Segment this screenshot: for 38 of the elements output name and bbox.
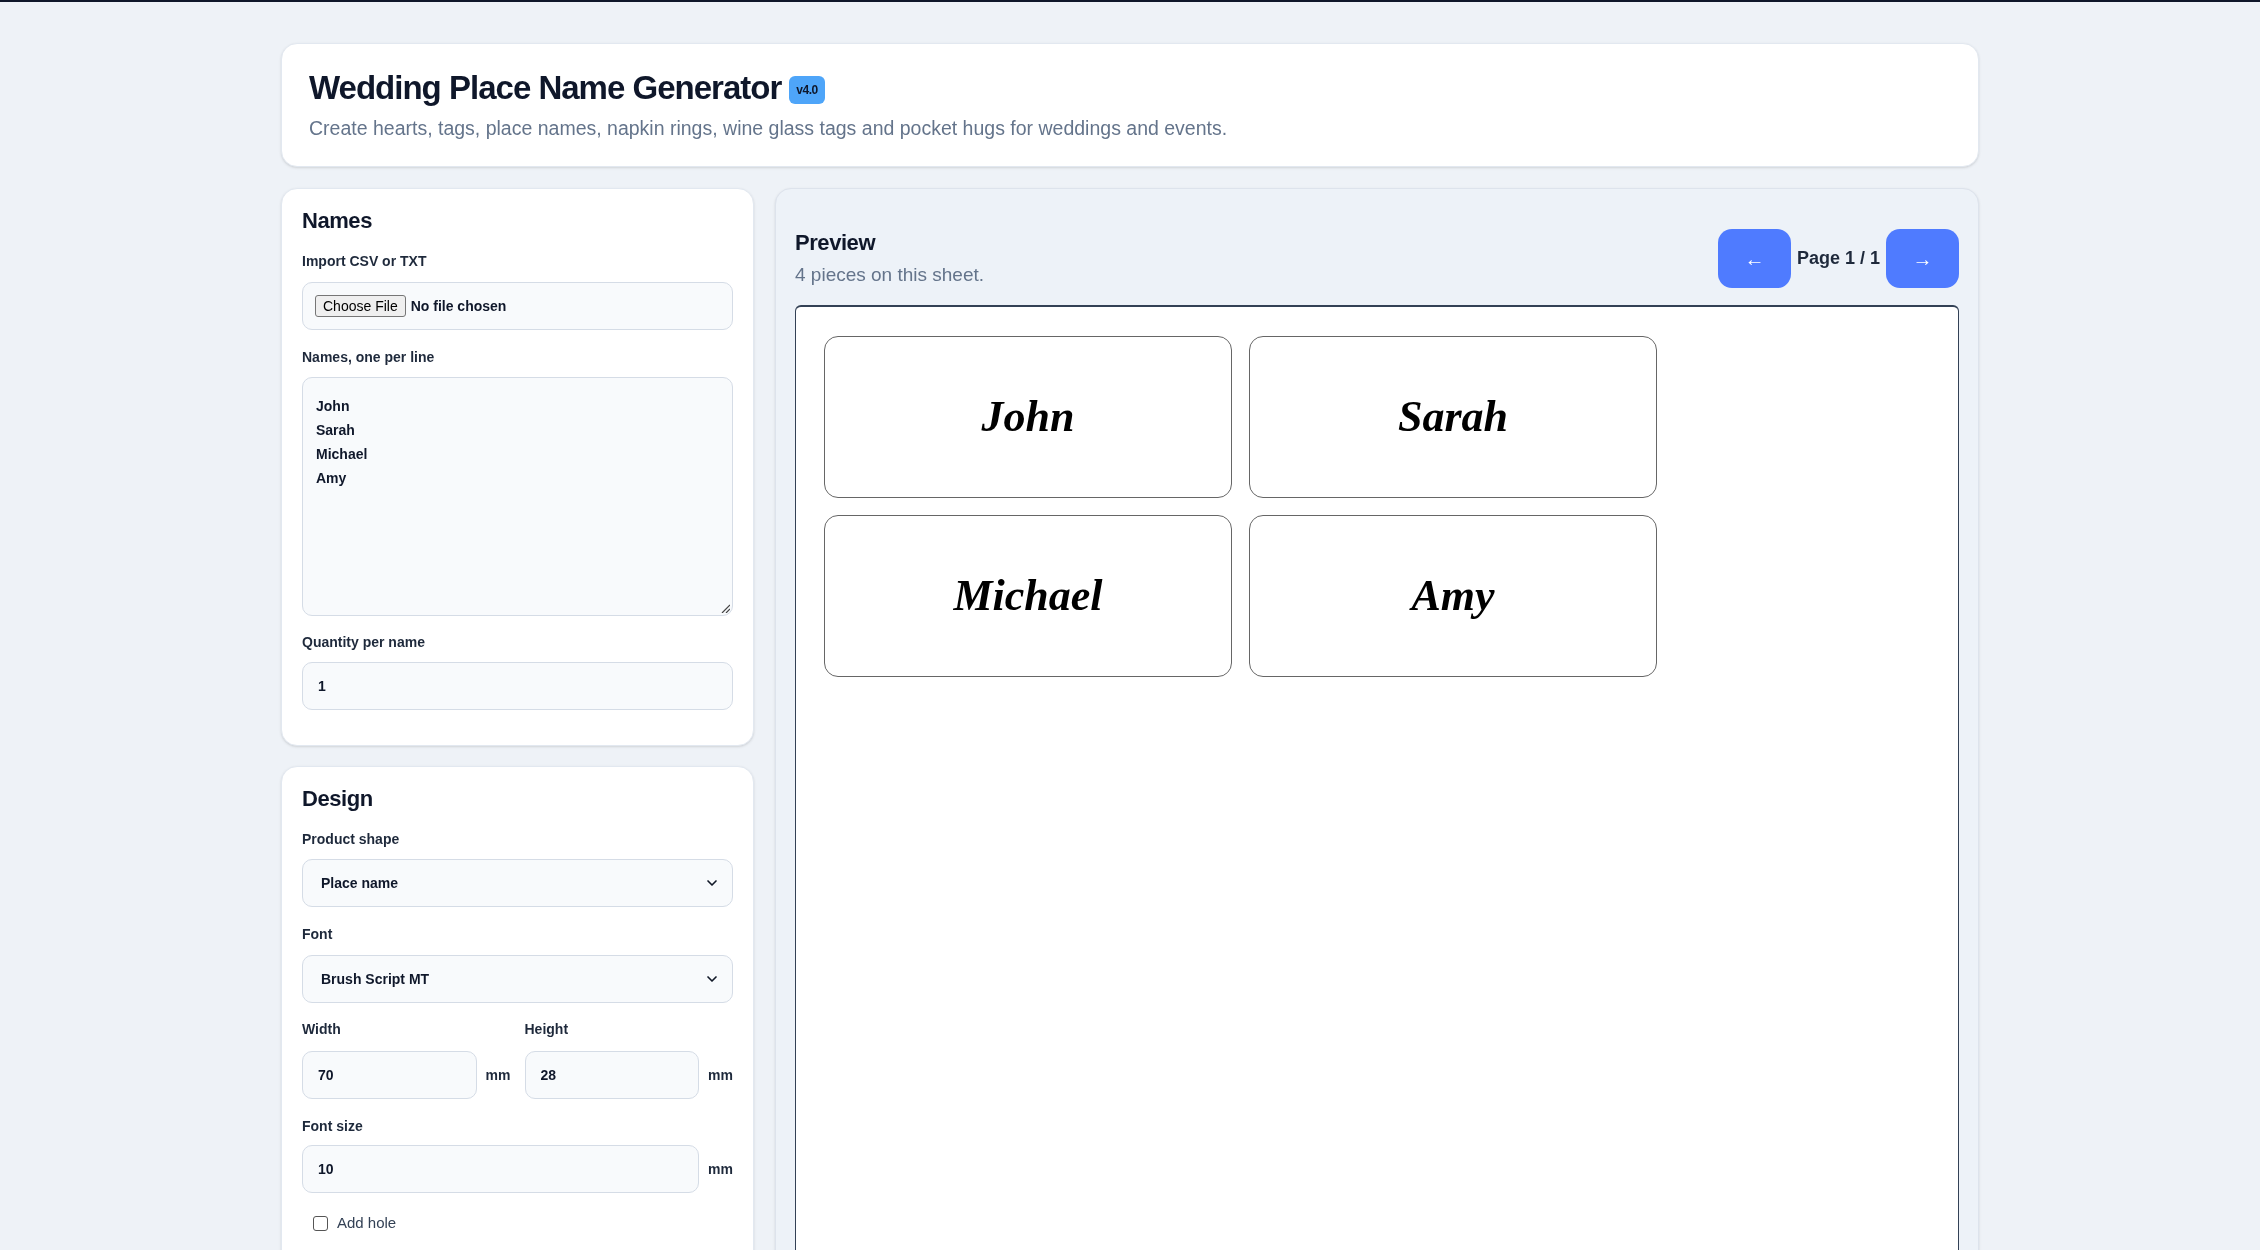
previous-page-button[interactable]: ← xyxy=(1717,229,1791,288)
names-textarea[interactable]: John Sarah Michael Amy xyxy=(302,377,733,616)
place-card-name: Amy xyxy=(1411,570,1495,622)
font-select[interactable]: Brush Script MT xyxy=(302,955,733,1003)
field-label: Import CSV or TXT xyxy=(302,252,428,271)
section-heading: Names xyxy=(302,207,373,235)
quantity-input[interactable]: 1 xyxy=(302,662,733,710)
height-input[interactable]: 28 xyxy=(524,1051,700,1099)
page-indicator: Page 1 / 1 xyxy=(1796,247,1880,270)
field-label: Font xyxy=(302,925,334,944)
font-size-input[interactable]: 10 xyxy=(302,1145,700,1193)
pieces-summary: 4 pieces on this sheet. xyxy=(795,263,985,287)
place-card-name: John xyxy=(981,391,1075,443)
field-label: Names, one per line xyxy=(302,348,436,367)
width-input[interactable]: 70 xyxy=(302,1051,477,1099)
add-hole-checkbox[interactable] xyxy=(313,1215,328,1231)
unit-label: mm xyxy=(708,1159,733,1179)
next-page-button[interactable]: → xyxy=(1886,229,1959,288)
page-subtitle: Create hearts, tags, place names, napkin rings, wine glass tags and pocket hugs for weddings and events. xyxy=(309,116,1229,141)
section-heading: Design xyxy=(302,785,374,813)
unit-label: mm xyxy=(708,1065,733,1085)
place-card-name: Sarah xyxy=(1397,391,1509,443)
place-card-name: Michael xyxy=(953,570,1103,622)
file-status-text: No file chosen xyxy=(410,296,507,316)
field-label: Font size xyxy=(302,1117,364,1136)
product-shape-select[interactable]: Place name xyxy=(302,859,733,907)
field-label: Quantity per name xyxy=(302,633,426,652)
section-heading: Preview xyxy=(795,229,877,257)
choose-file-button[interactable]: Choose File xyxy=(315,295,406,317)
checkbox-label: Add hole xyxy=(337,1213,397,1233)
field-label: Height xyxy=(524,1020,570,1039)
page-title: Wedding Place Name Generator xyxy=(309,68,782,108)
resize-grip-icon xyxy=(721,604,730,613)
file-input[interactable]: Choose File No file chosen xyxy=(302,282,733,330)
unit-label: mm xyxy=(485,1065,511,1085)
field-label: Width xyxy=(302,1020,342,1039)
field-label: Product shape xyxy=(302,830,401,849)
version-badge: v4.0 xyxy=(789,75,825,104)
